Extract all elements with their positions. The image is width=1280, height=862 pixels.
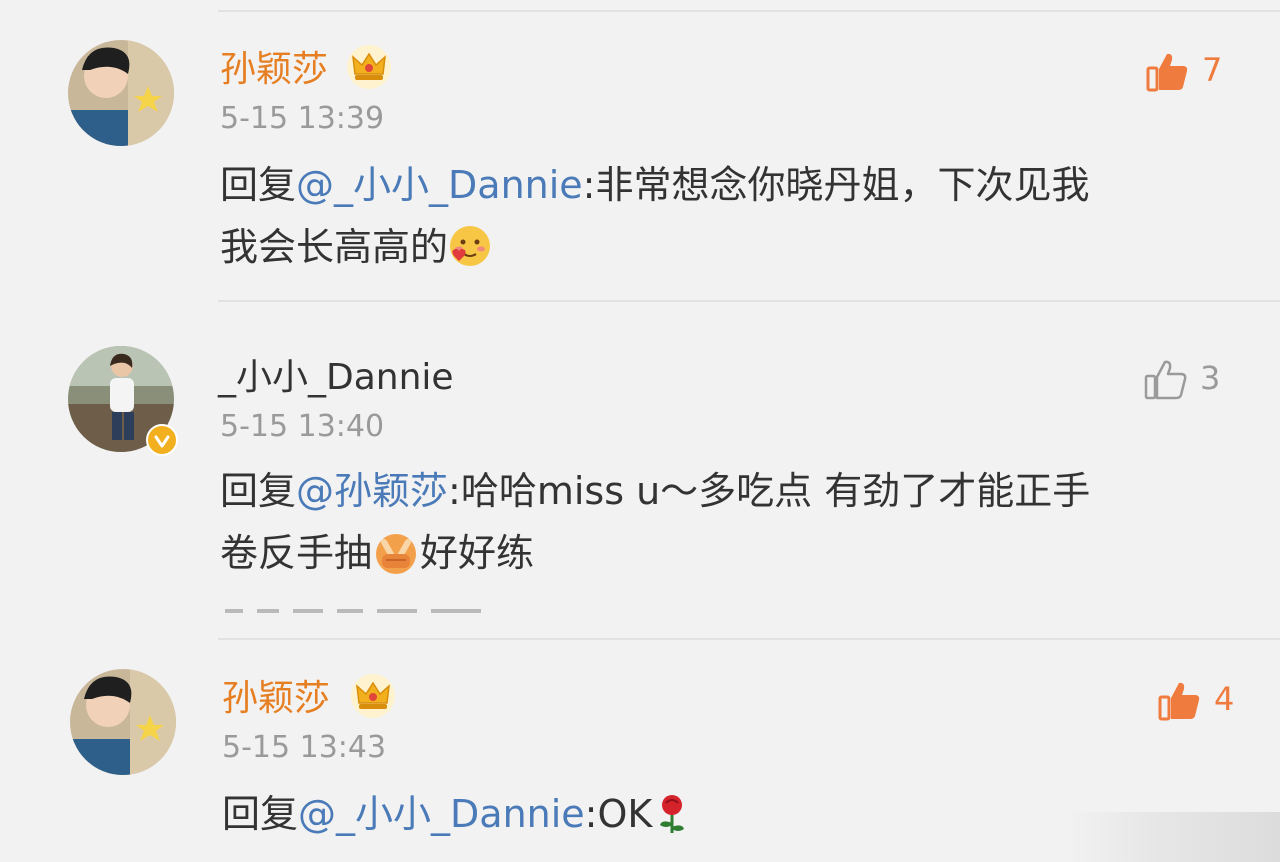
comment-text-line2: 我会长高高的 bbox=[220, 225, 449, 269]
comment-timestamp: 5-15 13:40 bbox=[220, 409, 385, 444]
avatar[interactable] bbox=[68, 40, 174, 146]
crown-badge-icon bbox=[347, 45, 391, 89]
thumbs-up-icon[interactable] bbox=[1146, 50, 1190, 92]
reply-prefix: 回复 bbox=[220, 469, 297, 513]
comment-text-line1: :哈哈miss u～多吃点 有劲了才能正手 bbox=[448, 469, 1091, 513]
corner-watermark-blur bbox=[1065, 812, 1280, 862]
reply-prefix: 回复 bbox=[220, 163, 297, 207]
comment-text-line2b: 好好练 bbox=[420, 531, 535, 575]
reply-prefix: 回复 bbox=[222, 792, 299, 836]
divider bbox=[218, 300, 1280, 302]
comment-text-line2a: 卷反手抽 bbox=[220, 531, 373, 575]
crown-badge-icon bbox=[351, 674, 395, 718]
mention-link[interactable]: @孙颖莎 bbox=[296, 469, 448, 513]
mention-link[interactable]: @_小小_Dannie bbox=[298, 792, 585, 836]
truncated-text-remnant bbox=[225, 598, 515, 614]
thumbs-up-icon[interactable] bbox=[1158, 679, 1202, 721]
thumbs-up-icon[interactable] bbox=[1144, 358, 1188, 400]
like-count: 4 bbox=[1214, 680, 1235, 718]
comment-timestamp: 5-15 13:39 bbox=[220, 101, 385, 136]
comment-author[interactable]: _小小_Dannie bbox=[218, 358, 454, 398]
comment-item: _小小_Dannie 5-15 13:40 回复@孙颖莎:哈哈miss u～多吃… bbox=[0, 304, 1280, 639]
comment-text: 回复@_小小_Dannie:OK bbox=[222, 783, 1212, 853]
mention-link[interactable]: @_小小_Dannie bbox=[296, 163, 583, 207]
rose-icon bbox=[652, 791, 692, 853]
comment-author[interactable]: 孙颖莎 bbox=[220, 50, 328, 90]
like-count: 7 bbox=[1202, 51, 1223, 89]
comment-author[interactable]: 孙颖莎 bbox=[222, 679, 330, 719]
blushing-face-with-heart-icon bbox=[448, 224, 492, 286]
like-count: 3 bbox=[1200, 359, 1221, 397]
comment-text-line1: :非常想念你晓丹姐，下次见我 bbox=[582, 163, 1090, 207]
comment-text: 回复@_小小_Dannie:非常想念你晓丹姐，下次见我 我会长高高的 bbox=[220, 154, 1210, 286]
avatar[interactable] bbox=[70, 669, 176, 775]
comment-item: 孙颖莎 5-15 13:39 回复@_小小_Dannie:非常想念你晓丹姐，下次… bbox=[0, 0, 1280, 302]
fist-hands-icon bbox=[372, 530, 420, 592]
verified-badge-icon bbox=[146, 424, 178, 456]
comment-text-line1: :OK bbox=[584, 792, 653, 836]
divider bbox=[218, 638, 1280, 640]
comment-timestamp: 5-15 13:43 bbox=[222, 730, 387, 765]
comment-text: 回复@孙颖莎:哈哈miss u～多吃点 有劲了才能正手 卷反手抽 好好练 bbox=[220, 460, 1210, 592]
